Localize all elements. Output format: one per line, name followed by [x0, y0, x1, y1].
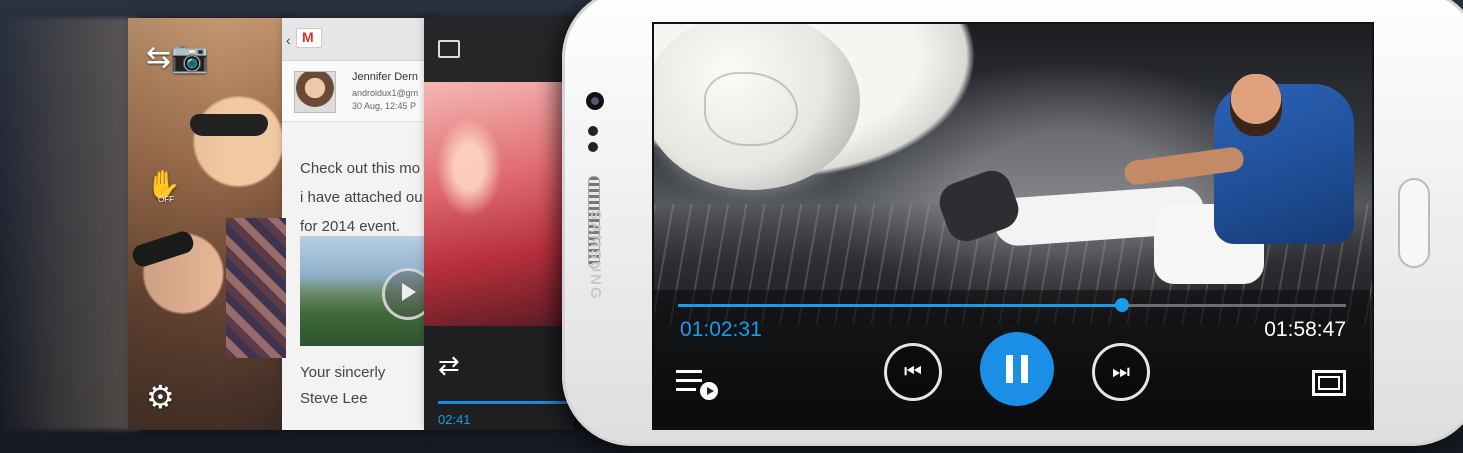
- next-button[interactable]: ⏭: [1092, 343, 1150, 401]
- hand-off-label: OFF: [158, 195, 174, 204]
- cast-icon[interactable]: [438, 40, 460, 58]
- play-icon[interactable]: [382, 268, 430, 320]
- current-time: 01:02:31: [680, 318, 762, 341]
- seek-bar[interactable]: [678, 298, 1346, 312]
- email-header: Jennifer Dern androidux1@gm 30 Aug, 12:4…: [282, 61, 430, 122]
- next-icon: ⏭: [1112, 360, 1130, 383]
- email-date: 30 Aug, 12:45 P: [352, 101, 417, 111]
- sender-address: androidux1@gm: [352, 88, 419, 98]
- previous-button[interactable]: ⏮: [884, 343, 942, 401]
- gmail-icon[interactable]: [296, 28, 322, 48]
- brand-label: SAMSUNG: [587, 210, 604, 301]
- photo-detail: [190, 114, 268, 136]
- camera-switch-icon[interactable]: ⇆📷: [146, 40, 209, 75]
- shuffle-icon[interactable]: ⇄: [438, 350, 460, 381]
- seek-handle[interactable]: [1115, 298, 1130, 312]
- gallery-panel[interactable]: ⇆📷 ✋ OFF ⚙: [128, 18, 286, 430]
- email-body-line: Check out this mo: [300, 160, 421, 177]
- pause-icon: [1006, 355, 1028, 383]
- seek-bar-fill: [678, 304, 1123, 307]
- front-camera-icon: [586, 92, 604, 110]
- soccer-ball: [654, 24, 860, 190]
- email-signature: Your sincerly Steve Lee: [300, 360, 385, 412]
- email-panel[interactable]: ‹ Jennifer Dern androidux1@gm 30 Aug, 12…: [282, 18, 430, 430]
- music-toolbar: [424, 18, 574, 82]
- signature-line: Steve Lee: [300, 390, 368, 407]
- music-controls: ⇄ 02:41: [424, 326, 574, 430]
- total-time: 01:58:47: [1264, 318, 1346, 341]
- ball-seam: [704, 72, 798, 146]
- hand-off-icon[interactable]: ✋ OFF: [146, 168, 181, 204]
- music-panel[interactable]: ⇄ 02:41: [424, 18, 574, 430]
- avatar[interactable]: [294, 71, 336, 113]
- photo-detail: [226, 218, 286, 358]
- fullscreen-icon[interactable]: [1312, 370, 1346, 396]
- album-art: [424, 82, 574, 326]
- email-body-line: i have attached ou: [300, 189, 423, 206]
- pause-button[interactable]: [980, 332, 1054, 406]
- gear-icon[interactable]: ⚙: [146, 378, 175, 416]
- previous-icon: ⏮: [904, 360, 922, 383]
- sensor-icon: [588, 142, 598, 152]
- email-body: Check out this mo i have attached ou for…: [300, 154, 423, 241]
- player-figure: [1230, 74, 1282, 136]
- playlist-icon[interactable]: [676, 368, 718, 404]
- motion-blur-edge: [0, 18, 140, 430]
- video-controls: 01:02:31 01:58:47 ⏮ ⏭: [652, 290, 1370, 426]
- music-elapsed-time: 02:41: [438, 412, 471, 427]
- email-toolbar: ‹: [282, 18, 430, 61]
- sensor-icon: [588, 126, 598, 136]
- photo-detail: [130, 228, 196, 270]
- music-progress-bar[interactable]: [438, 401, 574, 404]
- signature-line: Your sincerly: [300, 364, 386, 381]
- sender-name: Jennifer Dern: [352, 71, 419, 83]
- back-icon[interactable]: ‹: [286, 32, 291, 48]
- home-button[interactable]: [1398, 178, 1430, 268]
